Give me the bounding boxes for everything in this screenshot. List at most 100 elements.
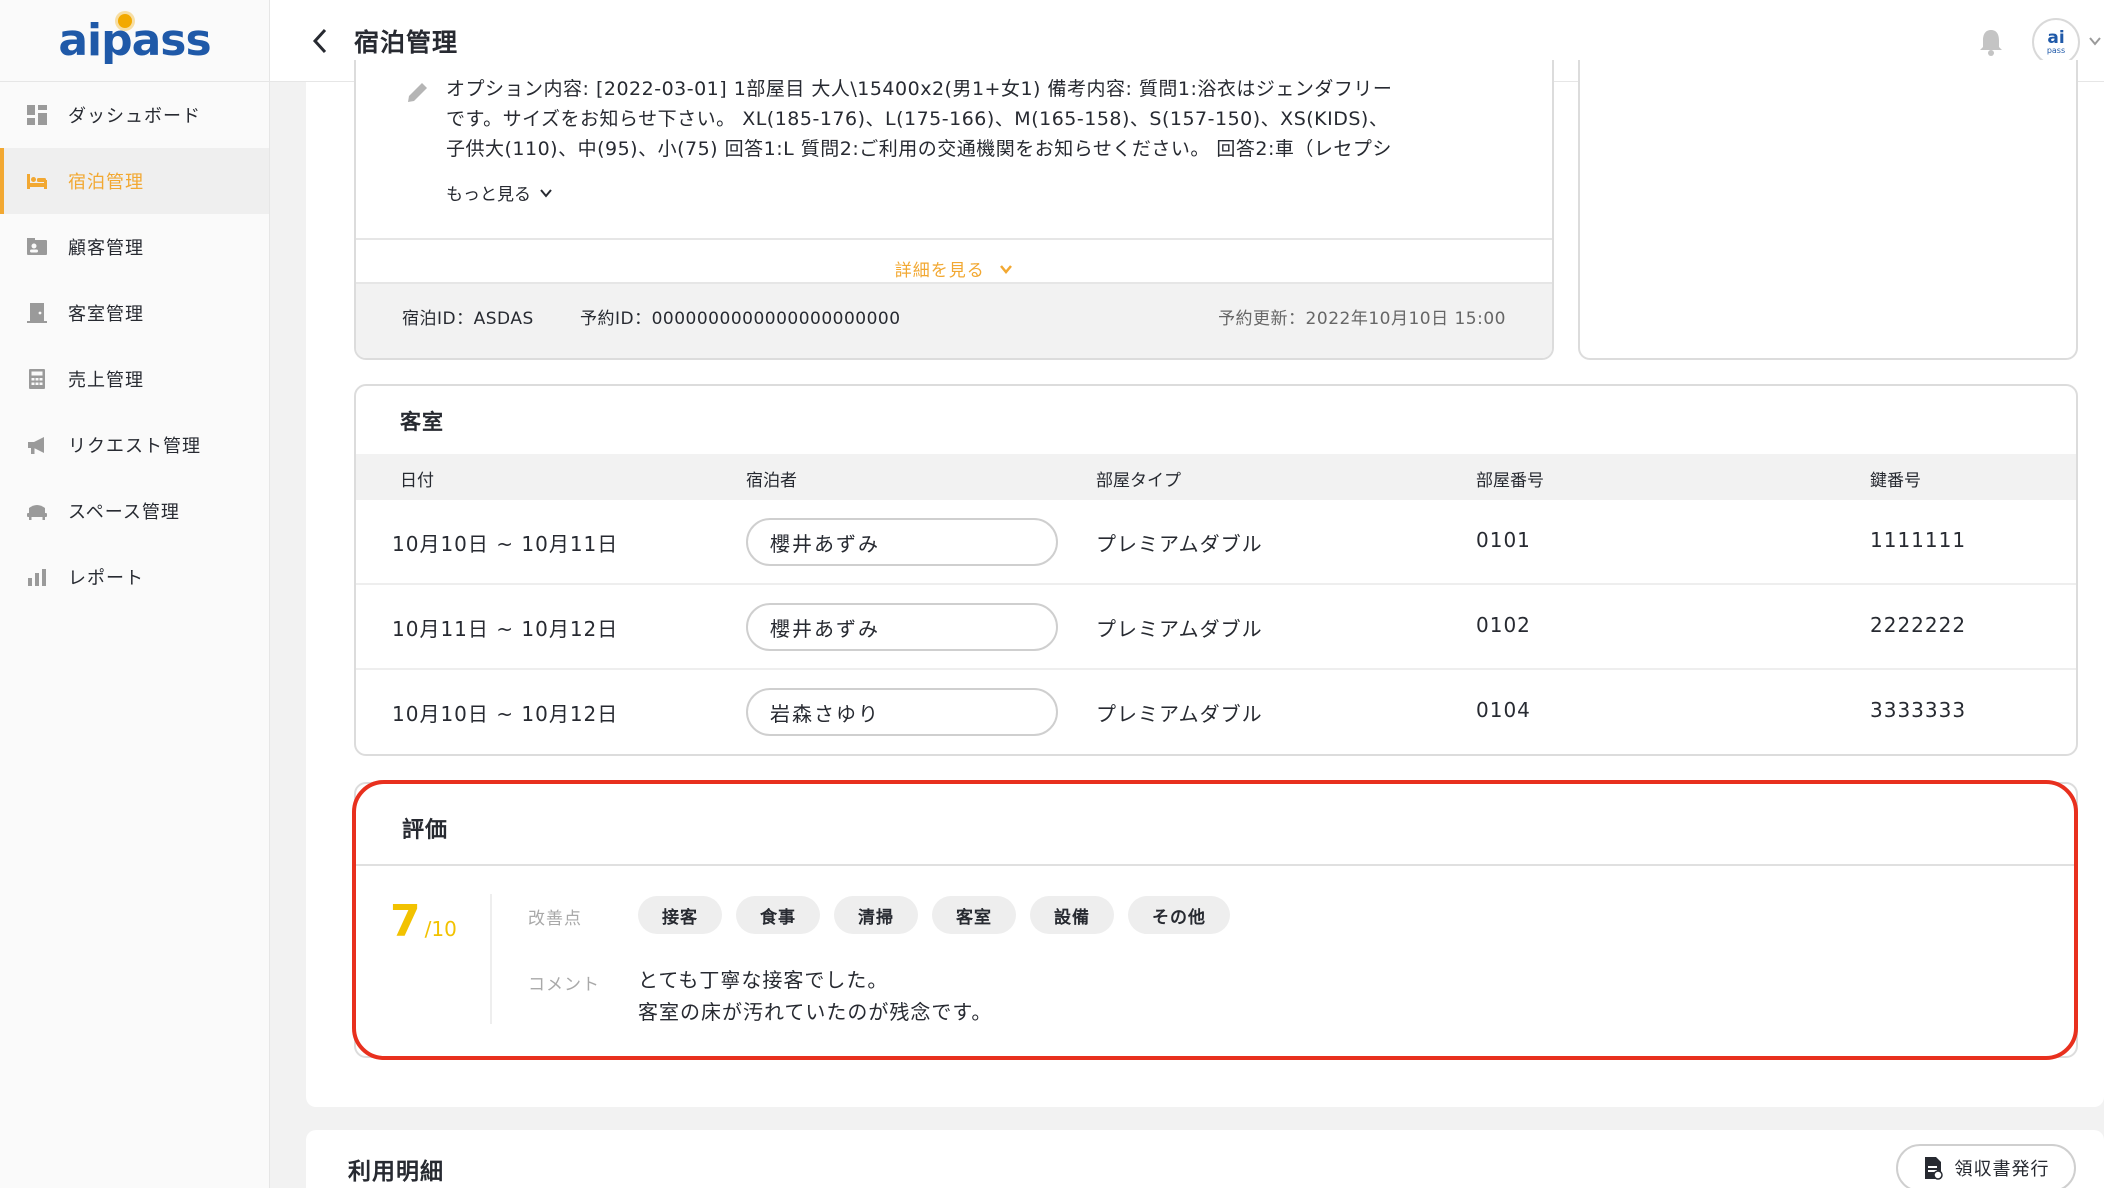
sidebar-item-spaces[interactable]: スペース管理 — [0, 478, 269, 544]
chevron-down-icon — [1000, 265, 1013, 274]
col-key-number: 鍵番号 — [1870, 471, 1921, 491]
table-row: 10月10日 ~ 10月12日 岩森さゆり プレミアムダブル 0104 3333… — [356, 670, 2076, 755]
tag-room: 客室 — [932, 896, 1016, 934]
row-key-number: 1111111 — [1870, 528, 1967, 552]
score-value: 7 — [390, 896, 421, 947]
sidebar-item-label: 顧客管理 — [68, 238, 144, 259]
side-card — [1578, 60, 2078, 360]
row-room-type: プレミアムダブル — [1096, 617, 1263, 641]
rating-score: 7 /10 — [390, 896, 457, 947]
sidebar-item-label: 宿泊管理 — [68, 172, 144, 193]
back-button[interactable] — [298, 19, 342, 63]
space-icon — [26, 500, 48, 522]
tag-service: 接客 — [638, 896, 722, 934]
table-row: 10月11日 ~ 10月12日 櫻井あずみ プレミアムダブル 0102 2222… — [356, 585, 2076, 670]
sidebar-nav: ダッシュボード 宿泊管理 顧客管理 客室管理 売上管理 リクエスト管理 スペース… — [0, 82, 269, 610]
chevron-down-icon[interactable] — [2088, 34, 2102, 48]
col-date: 日付 — [400, 471, 434, 491]
receipt-label: 領収書発行 — [1954, 1159, 2050, 1180]
sidebar-item-label: ダッシュボード — [68, 106, 201, 127]
tag-cleaning: 清掃 — [834, 896, 918, 934]
sidebar: aipass ダッシュボード 宿泊管理 顧客管理 客室管理 売上管理 リクエスト… — [0, 0, 270, 1188]
logo[interactable]: aipass — [0, 0, 269, 82]
row-room-type: プレミアムダブル — [1096, 532, 1263, 556]
col-guest: 宿泊者 — [746, 471, 797, 491]
sidebar-item-label: スペース管理 — [68, 502, 180, 523]
sidebar-item-customers[interactable]: 顧客管理 — [0, 214, 269, 280]
rating-card: 評価 7 /10 改善点 接客 食事 清掃 客室 設備 その他 コメント とても… — [354, 782, 2078, 1058]
pencil-icon[interactable] — [404, 80, 430, 106]
bar-chart-icon — [26, 566, 48, 588]
sidebar-item-stay[interactable]: 宿泊管理 — [0, 148, 269, 214]
tag-food: 食事 — [736, 896, 820, 934]
memo-text: オプション内容: [2022-03-01] 1部屋目 大人\15400x2(男1… — [446, 74, 1486, 164]
comment-text: とても丁寧な接客でした。 客室の床が汚れていたのが残念です。 — [638, 964, 992, 1028]
divider — [356, 864, 2076, 866]
row-key-number: 3333333 — [1870, 698, 1967, 722]
sidebar-item-label: 客室管理 — [68, 304, 144, 325]
comment-label: コメント — [528, 975, 600, 995]
logo-text: aipass — [58, 15, 211, 66]
reserve-id: 予約ID：0000000000000000000000 — [580, 309, 901, 329]
guest-select[interactable]: 櫻井あずみ — [746, 603, 1058, 651]
divider — [356, 238, 1552, 240]
receipt-icon — [1924, 1157, 1943, 1180]
door-icon — [26, 302, 48, 324]
sidebar-item-label: 売上管理 — [68, 370, 144, 391]
sidebar-item-requests[interactable]: リクエスト管理 — [0, 412, 269, 478]
avatar-subtext: pass — [2046, 45, 2066, 55]
guest-name: 岩森さゆり — [770, 701, 880, 726]
customer-card-icon — [26, 236, 48, 258]
avatar[interactable]: ai pass — [2032, 18, 2080, 66]
sidebar-item-rooms[interactable]: 客室管理 — [0, 280, 269, 346]
rooms-card: 客室 日付 宿泊者 部屋タイプ 部屋番号 鍵番号 10月10日 ~ 10月11日… — [354, 384, 2078, 756]
usage-panel: 利用明細 領収書発行 — [306, 1130, 2104, 1188]
memo-line: です。サイズをお知らせ下さい。 XL(185-176)、L(175-166)、M… — [446, 108, 1389, 130]
page-title: 宿泊管理 — [354, 27, 459, 57]
row-date: 10月10日 ~ 10月12日 — [392, 702, 619, 726]
reservation-card: オプション内容: [2022-03-01] 1部屋目 大人\15400x2(男1… — [354, 60, 1554, 360]
updated-at: 予約更新：2022年10月10日 15:00 — [1218, 309, 1506, 329]
guest-select[interactable]: 岩森さゆり — [746, 688, 1058, 736]
sidebar-item-label: リクエスト管理 — [68, 436, 201, 457]
row-date: 10月10日 ~ 10月11日 — [392, 532, 619, 556]
divider — [490, 894, 492, 1024]
improvement-tags: 接客 食事 清掃 客室 設備 その他 — [638, 896, 1230, 934]
rooms-title: 客室 — [400, 410, 444, 434]
guest-name: 櫻井あずみ — [770, 616, 880, 641]
comment-line: 客室の床が汚れていたのが残念です。 — [638, 1000, 993, 1024]
more-link[interactable]: もっと見る — [446, 180, 553, 205]
row-room-number: 0104 — [1476, 698, 1531, 722]
reservation-footer: 宿泊ID：ASDAS 予約ID：0000000000000000000000 予… — [356, 282, 1552, 358]
col-room-number: 部屋番号 — [1476, 471, 1544, 491]
megaphone-icon — [26, 434, 48, 456]
sidebar-item-label: レポート — [68, 568, 144, 589]
detail-label: 詳細を見る — [894, 261, 985, 281]
row-room-number: 0101 — [1476, 528, 1531, 552]
more-label: もっと見る — [446, 185, 531, 205]
stay-id: 宿泊ID：ASDAS — [402, 309, 534, 329]
memo-line: 子供大(110)、中(95)、小(75) 回答1:L 質問2:ご利用の交通機関を… — [446, 138, 1392, 160]
col-room-type: 部屋タイプ — [1096, 471, 1181, 491]
tag-facility: 設備 — [1030, 896, 1114, 934]
row-date: 10月11日 ~ 10月12日 — [392, 617, 619, 641]
detail-link[interactable]: 詳細を見る — [356, 256, 1552, 281]
avatar-text: ai — [2047, 27, 2065, 48]
sidebar-item-sales[interactable]: 売上管理 — [0, 346, 269, 412]
chevron-left-icon — [312, 28, 327, 53]
sidebar-item-dashboard[interactable]: ダッシュボード — [0, 82, 269, 148]
comment-line: とても丁寧な接客でした。 — [638, 968, 889, 992]
bed-icon — [26, 170, 48, 192]
logo-sun-icon — [118, 14, 132, 28]
row-room-type: プレミアムダブル — [1096, 702, 1263, 726]
bell-icon[interactable] — [1978, 28, 2004, 56]
usage-title: 利用明細 — [348, 1159, 444, 1185]
guest-name: 櫻井あずみ — [770, 531, 880, 556]
receipt-button[interactable]: 領収書発行 — [1896, 1144, 2076, 1188]
calculator-icon — [26, 368, 48, 390]
guest-select[interactable]: 櫻井あずみ — [746, 518, 1058, 566]
rating-title: 評価 — [402, 818, 449, 843]
tag-other: その他 — [1128, 896, 1230, 934]
sidebar-item-report[interactable]: レポート — [0, 544, 269, 610]
row-room-number: 0102 — [1476, 613, 1531, 637]
